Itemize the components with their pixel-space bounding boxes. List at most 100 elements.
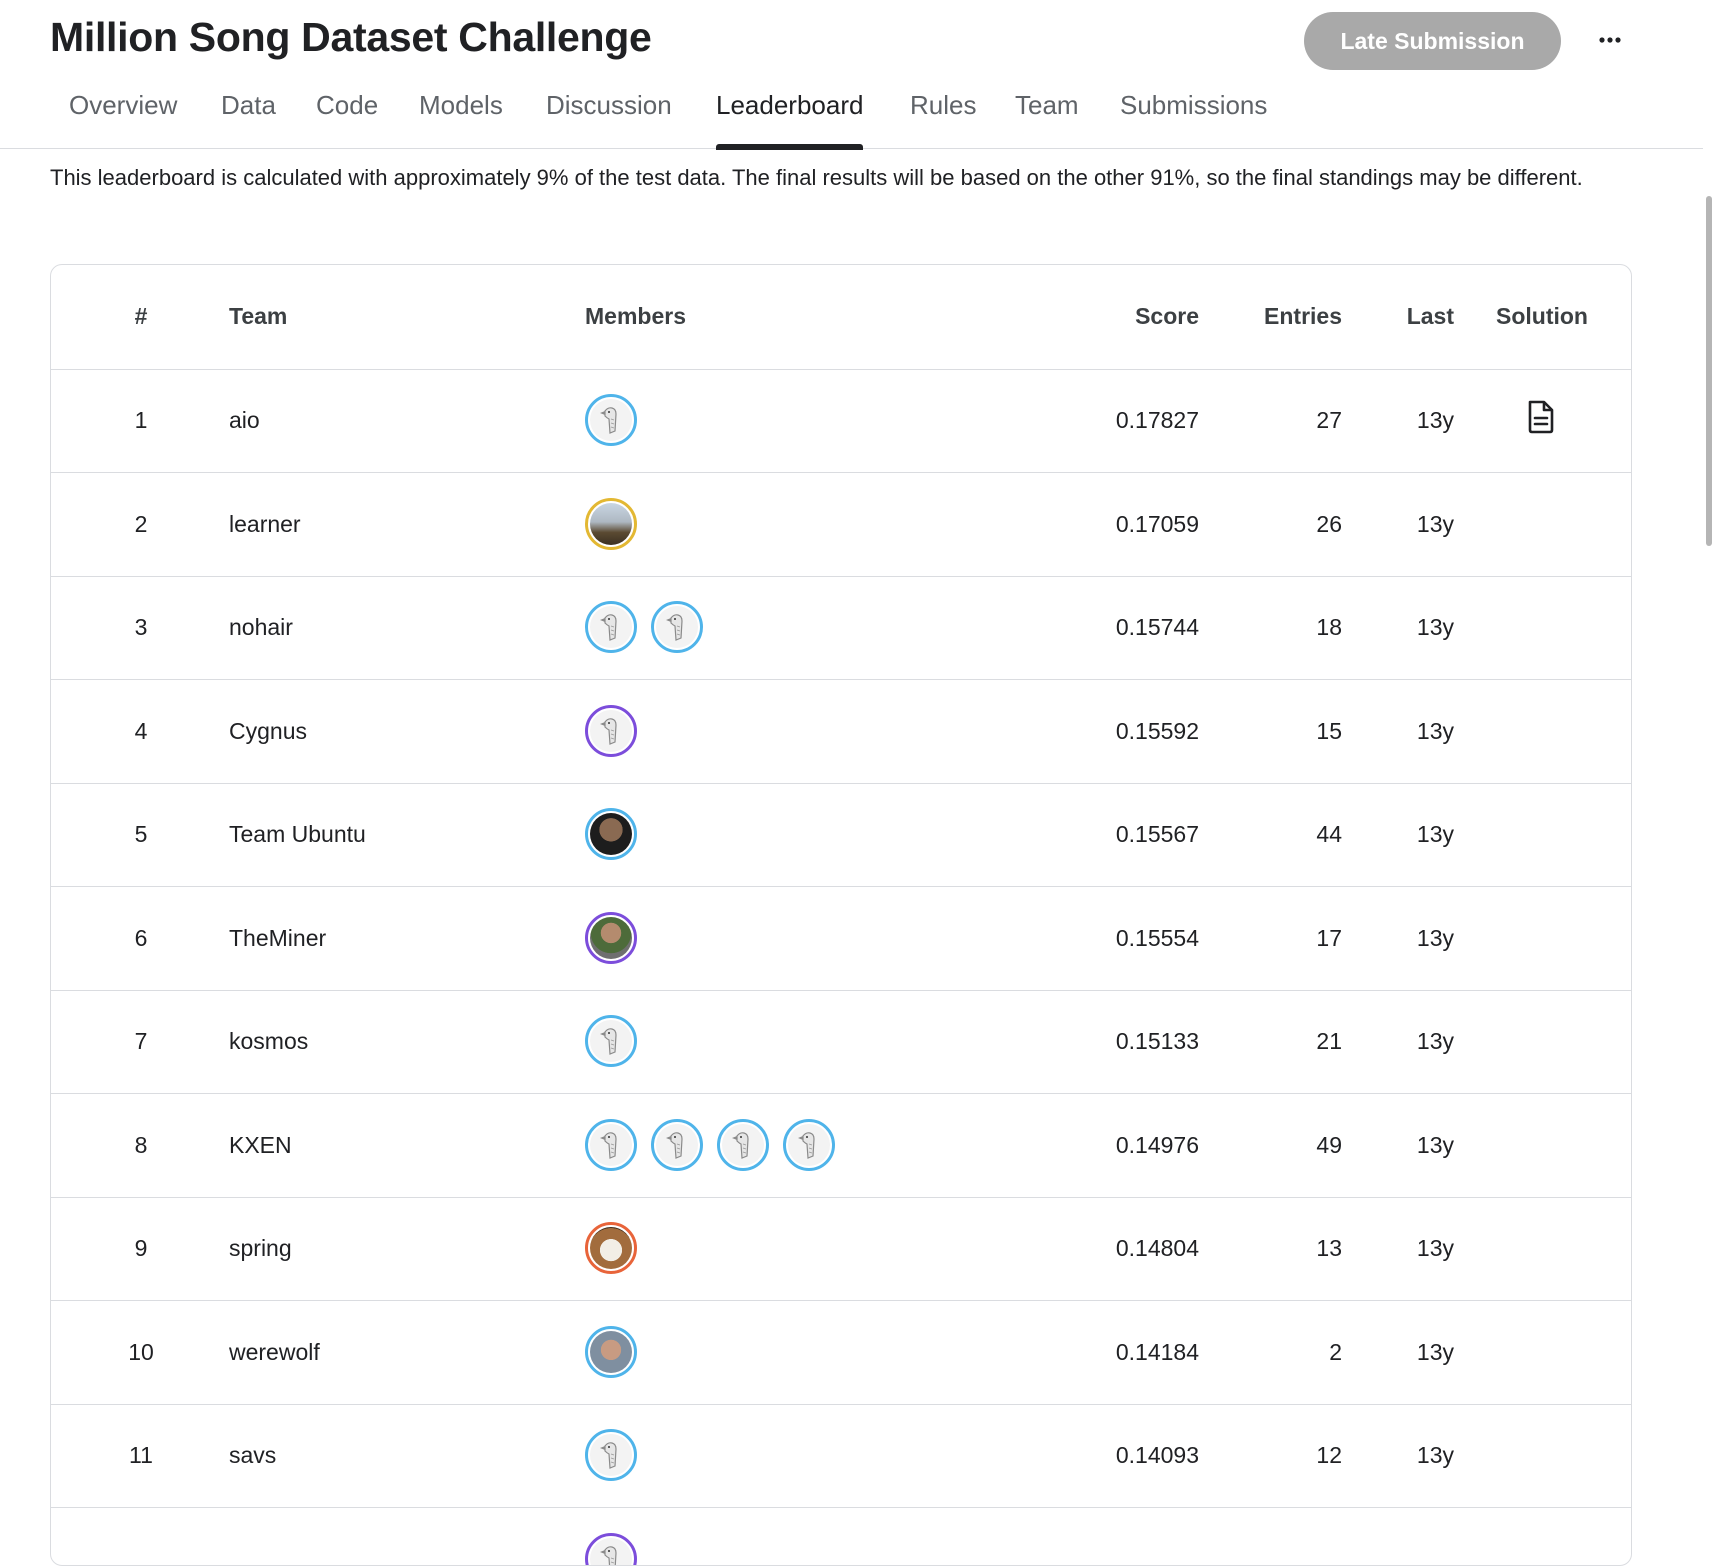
more-options-button[interactable] bbox=[1590, 20, 1630, 60]
table-row[interactable]: 3 nohair 0.15744 18 13y bbox=[51, 576, 1631, 680]
column-header-team[interactable]: Team bbox=[229, 303, 287, 330]
table-row[interactable]: 6 TheMiner 0.15554 17 13y bbox=[51, 887, 1631, 991]
column-header-score[interactable]: Score bbox=[1135, 303, 1199, 330]
column-header-solution: Solution bbox=[1496, 303, 1588, 329]
team-name[interactable]: Team Ubuntu bbox=[229, 821, 366, 848]
last-cell: 13y bbox=[1416, 718, 1454, 744]
avatar[interactable] bbox=[651, 601, 703, 653]
tab-data[interactable]: Data bbox=[221, 90, 276, 148]
default-goose-avatar-icon bbox=[590, 399, 632, 441]
team-name[interactable]: nohair bbox=[229, 614, 293, 641]
avatar[interactable] bbox=[717, 1119, 769, 1171]
entries-cell: 12 bbox=[1316, 1442, 1342, 1468]
team-name[interactable]: spring bbox=[229, 1235, 292, 1262]
avatar[interactable] bbox=[585, 498, 637, 550]
team-name[interactable]: kosmos bbox=[229, 1028, 308, 1055]
team-name[interactable]: aio bbox=[229, 407, 260, 434]
column-header-entries[interactable]: Entries bbox=[1264, 303, 1342, 330]
tab-code[interactable]: Code bbox=[316, 90, 378, 148]
table-row[interactable]: 11 savs 0.14093 12 13y bbox=[51, 1404, 1631, 1508]
members-list bbox=[585, 1015, 651, 1067]
last-cell: 13y bbox=[1416, 407, 1454, 433]
team-name[interactable]: Cygnus bbox=[229, 718, 307, 745]
rank-cell: 9 bbox=[134, 1235, 148, 1261]
entries-cell: 27 bbox=[1316, 407, 1342, 433]
tab-leaderboard[interactable]: Leaderboard bbox=[716, 90, 864, 150]
team-name[interactable]: TheMiner bbox=[229, 925, 326, 952]
entries-cell: 49 bbox=[1316, 1132, 1342, 1158]
avatar[interactable] bbox=[585, 1119, 637, 1171]
avatar[interactable] bbox=[585, 1326, 637, 1378]
team-name[interactable]: learner bbox=[229, 511, 301, 538]
last-cell: 13y bbox=[1416, 1028, 1454, 1054]
score-cell: 0.17059 bbox=[1115, 511, 1199, 537]
tab-submissions[interactable]: Submissions bbox=[1120, 90, 1267, 148]
table-row[interactable] bbox=[51, 1508, 1631, 1565]
avatar[interactable] bbox=[585, 705, 637, 757]
team-name[interactable]: savs bbox=[229, 1442, 276, 1469]
members-list bbox=[585, 1222, 651, 1274]
avatar[interactable] bbox=[585, 1533, 637, 1565]
tab-discussion[interactable]: Discussion bbox=[546, 90, 672, 148]
team-name[interactable]: werewolf bbox=[229, 1339, 320, 1366]
score-cell: 0.15744 bbox=[1115, 614, 1199, 640]
default-goose-avatar-icon bbox=[590, 606, 632, 648]
tab-label: Data bbox=[221, 90, 276, 120]
tab-label: Submissions bbox=[1120, 90, 1268, 120]
rank-cell: 10 bbox=[128, 1339, 154, 1365]
tab-label: Code bbox=[316, 90, 379, 120]
table-row[interactable]: 7 kosmos 0.15133 21 13y bbox=[51, 990, 1631, 1094]
avatar[interactable] bbox=[651, 1119, 703, 1171]
avatar[interactable] bbox=[585, 1222, 637, 1274]
table-row[interactable]: 10 werewolf 0.14184 2 13y bbox=[51, 1301, 1631, 1405]
score-cell: 0.14976 bbox=[1115, 1132, 1199, 1158]
avatar[interactable] bbox=[585, 1429, 637, 1481]
avatar[interactable] bbox=[585, 808, 637, 860]
table-row[interactable]: 2 learner 0.17059 26 13y bbox=[51, 473, 1631, 577]
user-photo-avatar bbox=[590, 1331, 632, 1373]
members-list bbox=[585, 705, 651, 757]
members-list bbox=[585, 808, 651, 860]
entries-cell: 18 bbox=[1316, 614, 1342, 640]
rank-cell: 7 bbox=[134, 1028, 148, 1054]
members-list bbox=[585, 1533, 651, 1565]
tab-rules[interactable]: Rules bbox=[910, 90, 976, 148]
tab-label: Overview bbox=[69, 90, 178, 120]
table-row[interactable]: 4 Cygnus 0.15592 15 13y bbox=[51, 680, 1631, 784]
default-goose-avatar-icon bbox=[590, 1538, 632, 1565]
table-row[interactable]: 8 KXEN 0.14976 49 13y bbox=[51, 1094, 1631, 1198]
tab-overview[interactable]: Overview bbox=[69, 90, 177, 148]
column-header-members: Members bbox=[585, 303, 686, 329]
solution-document-icon[interactable] bbox=[1526, 399, 1556, 440]
score-cell: 0.17827 bbox=[1115, 407, 1199, 433]
rank-cell: 4 bbox=[134, 718, 148, 744]
avatar[interactable] bbox=[585, 394, 637, 446]
leaderboard-table: # Team Members Score Entries Last Soluti… bbox=[50, 264, 1632, 1566]
last-cell: 13y bbox=[1416, 1442, 1454, 1468]
column-header-rank[interactable]: # bbox=[111, 303, 171, 330]
default-goose-avatar-icon bbox=[656, 1124, 698, 1166]
table-row[interactable]: 5 Team Ubuntu 0.15567 44 13y bbox=[51, 783, 1631, 887]
user-photo-avatar bbox=[590, 917, 632, 959]
last-cell: 13y bbox=[1416, 614, 1454, 640]
team-name[interactable]: KXEN bbox=[229, 1132, 292, 1159]
rank-cell: 1 bbox=[134, 407, 148, 433]
more-horizontal-icon bbox=[1599, 37, 1621, 43]
entries-cell: 2 bbox=[1329, 1339, 1342, 1365]
user-photo-avatar bbox=[590, 813, 632, 855]
table-row[interactable]: 9 spring 0.14804 13 13y bbox=[51, 1197, 1631, 1301]
avatar[interactable] bbox=[585, 601, 637, 653]
tab-label: Models bbox=[419, 90, 503, 120]
avatar[interactable] bbox=[783, 1119, 835, 1171]
column-header-last[interactable]: Last bbox=[1407, 303, 1454, 330]
late-submission-button[interactable]: Late Submission bbox=[1304, 12, 1561, 70]
table-row[interactable]: 1 aio 0.17827 27 13y bbox=[51, 369, 1631, 473]
rank-cell: 6 bbox=[134, 925, 148, 951]
tab-team[interactable]: Team bbox=[1015, 90, 1079, 148]
page-scrollbar[interactable] bbox=[1706, 196, 1712, 546]
tab-label: Rules bbox=[910, 90, 977, 120]
tab-models[interactable]: Models bbox=[419, 90, 503, 148]
members-list bbox=[585, 1326, 651, 1378]
avatar[interactable] bbox=[585, 912, 637, 964]
avatar[interactable] bbox=[585, 1015, 637, 1067]
